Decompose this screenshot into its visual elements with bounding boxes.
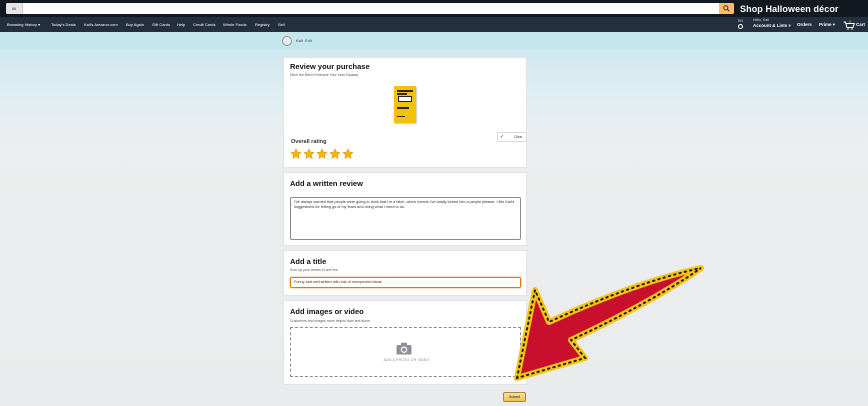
review-purchase-card: Review your purchase Ditch the Bitch! Em…: [283, 57, 527, 168]
nav-registry[interactable]: Registry: [255, 17, 270, 32]
title-heading: Add a title: [290, 257, 327, 266]
profile-name: Kali: [296, 38, 303, 43]
clear-label: Clear: [514, 135, 523, 139]
nav-help[interactable]: Help: [177, 17, 185, 32]
star-icon-3[interactable]: [316, 148, 328, 160]
star-rating[interactable]: [290, 148, 354, 160]
camera-icon: [396, 342, 412, 355]
nav-whole-foods[interactable]: Whole Foods: [223, 17, 247, 32]
submit-button[interactable]: Submit: [503, 392, 526, 402]
prime-link[interactable]: Prime ▾: [819, 17, 835, 32]
written-review-card: Add a written review I've always worried…: [283, 172, 527, 246]
nav-browsing-history[interactable]: Browsing History ▾: [7, 17, 40, 32]
title-card: Add a title Sum up your review in one li…: [283, 250, 527, 296]
media-heading: Add images or video: [290, 307, 364, 316]
cart-icon[interactable]: [843, 21, 855, 30]
nav-gift-cards[interactable]: Gift Cards: [152, 17, 170, 32]
nav-buy-again[interactable]: Buy Again: [126, 17, 144, 32]
media-dropzone[interactable]: ADD A PHOTO OR VIDEO: [290, 327, 521, 377]
globe-icon[interactable]: [738, 24, 743, 29]
nav-todays-deals[interactable]: Today's Deals: [51, 17, 76, 32]
product-image: [394, 86, 416, 123]
star-icon-5[interactable]: [342, 148, 354, 160]
avatar[interactable]: [282, 36, 292, 46]
product-title: Ditch the Bitch! Embrace Your Inner Bada…: [290, 73, 359, 77]
halloween-promo-link[interactable]: Shop Halloween décor: [740, 2, 868, 16]
nav-kalis-amazon[interactable]: Kali's Amazon.com: [84, 17, 118, 32]
edit-profile-link[interactable]: Edit: [305, 38, 312, 43]
search-bar[interactable]: All: [6, 3, 734, 14]
search-button[interactable]: [719, 3, 734, 14]
annotation-arrow-icon: [514, 265, 704, 381]
media-card: Add images or video Customers find image…: [283, 300, 527, 385]
review-textarea[interactable]: I've always worried that people were goi…: [290, 197, 521, 240]
nav-sell[interactable]: Sell: [278, 17, 285, 32]
nav-credit-cards[interactable]: Credit Cards: [193, 17, 215, 32]
star-icon-2[interactable]: [303, 148, 315, 160]
clear-rating-button[interactable]: ✓ Clear: [497, 132, 527, 142]
written-review-heading: Add a written review: [290, 179, 363, 188]
department-select[interactable]: All: [6, 3, 23, 14]
review-purchase-heading: Review your purchase: [290, 62, 370, 71]
account-lists-link[interactable]: Account & Lists ▾: [753, 23, 791, 29]
media-subtitle: Customers find images more helpful than …: [290, 319, 371, 323]
search-icon: [723, 5, 730, 12]
dropzone-label: ADD A PHOTO OR VIDEO: [383, 358, 430, 362]
star-icon-4[interactable]: [329, 148, 341, 160]
star-icon-1[interactable]: [290, 148, 302, 160]
overall-rating-label: Overall rating: [291, 139, 327, 145]
profile-bar: [0, 32, 868, 50]
check-icon: ✓: [500, 134, 505, 140]
orders-link[interactable]: Orders: [797, 17, 812, 32]
title-subtitle: Sum up your review in one line: [290, 268, 338, 272]
top-bar: All Shop Halloween décor: [0, 0, 868, 17]
cart-link[interactable]: Cart: [856, 17, 865, 32]
title-input[interactable]: Funny and well written with lots of unex…: [290, 277, 521, 288]
